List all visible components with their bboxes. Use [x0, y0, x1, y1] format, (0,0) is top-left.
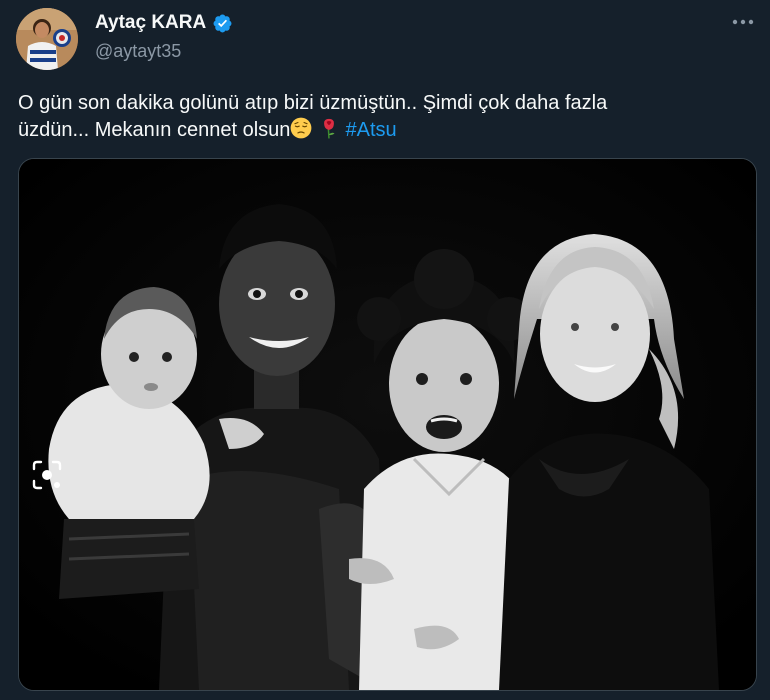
more-dots-icon	[732, 19, 754, 25]
hashtag-link[interactable]: #Atsu	[346, 119, 397, 141]
tweet-text-line-2: üzdün... Mekanın cennet olsun #Atsu	[18, 117, 748, 144]
lens-button[interactable]	[30, 458, 64, 492]
more-options-button[interactable]	[728, 10, 758, 34]
tweet-text-line-2-body: üzdün... Mekanın cennet olsun	[18, 119, 291, 141]
family-photo-icon	[19, 159, 756, 690]
avatar[interactable]	[16, 8, 78, 70]
verified-badge-icon	[213, 14, 232, 32]
tweet-text-line-1: O gün son dakika golünü atıp bizi üzmüşt…	[18, 92, 608, 114]
tweet-text: O gün son dakika golünü atıp bizi üzmüşt…	[18, 90, 748, 144]
tweet: Aytaç KARA @aytayt35 O gün son dakika go…	[0, 0, 770, 700]
pensive-face-emoji-icon	[291, 117, 312, 139]
lens-icon	[32, 460, 62, 490]
media-photo[interactable]	[18, 158, 757, 691]
author-handle[interactable]: @aytayt35	[95, 40, 181, 62]
profile-photo-icon	[16, 8, 78, 70]
display-name[interactable]: Aytaç KARA	[95, 12, 206, 34]
author-name-row: Aytaç KARA	[95, 12, 233, 34]
rose-emoji-icon	[324, 118, 335, 139]
